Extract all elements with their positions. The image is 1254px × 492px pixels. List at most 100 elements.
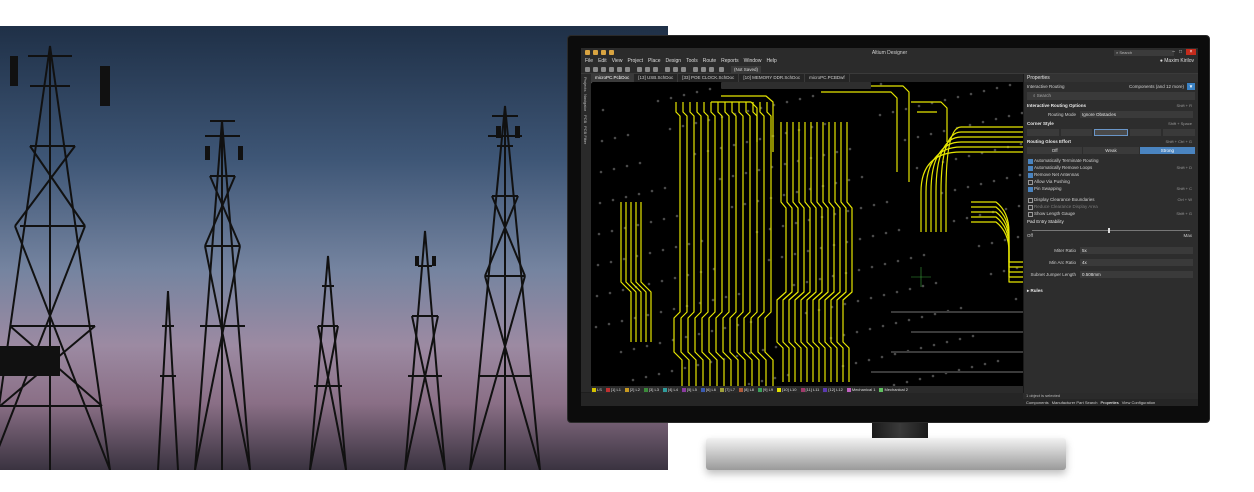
active-bar[interactable] bbox=[721, 82, 871, 89]
doc-tab[interactable]: [10] MEMORY DDR.SchDoc bbox=[739, 74, 806, 82]
pcb-traces bbox=[591, 82, 1023, 386]
gloss-off-button[interactable]: Off bbox=[1027, 147, 1083, 154]
routing-option-checkbox[interactable]: Automatically Terminate Routing bbox=[1024, 157, 1198, 164]
gloss-strong-button[interactable]: Strong bbox=[1139, 147, 1195, 154]
properties-search-input[interactable]: ⌕ Search bbox=[1027, 92, 1195, 100]
filter-icon[interactable]: ▼ bbox=[1187, 83, 1195, 90]
rail-tab-navigator[interactable]: Navigator bbox=[583, 94, 588, 111]
panel-tab-properties[interactable]: Properties bbox=[1101, 399, 1119, 406]
layer-tab[interactable]: [7] L7 bbox=[719, 386, 736, 393]
corner-arc90-button[interactable] bbox=[1060, 129, 1093, 136]
subnet-jumper-input[interactable]: 0.508mm bbox=[1080, 271, 1193, 278]
min-arc-ratio-input[interactable]: 4x bbox=[1080, 259, 1193, 266]
layer-tab[interactable]: LS bbox=[591, 386, 603, 393]
save-status-dropdown[interactable]: (Not Saved) bbox=[731, 66, 762, 73]
panel-tab-part-search[interactable]: Manufacturer Part Search bbox=[1052, 399, 1098, 406]
menu-route[interactable]: Route bbox=[703, 57, 716, 65]
corner-90-button[interactable] bbox=[1027, 129, 1059, 136]
layer-tab-label: [7] L7 bbox=[725, 387, 736, 392]
layer-tab[interactable]: [6] L6 bbox=[700, 386, 717, 393]
close-icon[interactable]: × bbox=[1186, 49, 1196, 55]
section-interactive-routing[interactable]: Interactive Routing Options Shift + R bbox=[1024, 101, 1198, 110]
corner-arc45-button[interactable] bbox=[1129, 129, 1162, 136]
routing-option-checkbox[interactable]: Reduce Clearance Display Area bbox=[1024, 203, 1198, 210]
deselect-icon[interactable] bbox=[681, 67, 686, 72]
pad-entry-slider[interactable]: Off Max bbox=[1024, 226, 1198, 240]
menu-edit[interactable]: Edit bbox=[598, 57, 607, 65]
layer-tab[interactable]: [11] L11 bbox=[800, 386, 821, 393]
miter-ratio-input[interactable]: 5x bbox=[1080, 247, 1193, 254]
paste-icon[interactable] bbox=[653, 67, 658, 72]
doc-tab[interactable]: microPC.PCBDwf bbox=[805, 74, 850, 82]
zoom-icon[interactable] bbox=[617, 67, 622, 72]
menu-place[interactable]: Place bbox=[648, 57, 661, 65]
slider-min-label: Off bbox=[1027, 233, 1033, 238]
routing-option-checkbox[interactable]: Allow Via Pushing bbox=[1024, 178, 1198, 185]
layer-color-swatch bbox=[777, 387, 782, 392]
copy-icon[interactable] bbox=[645, 67, 650, 72]
menu-project[interactable]: Project bbox=[627, 57, 643, 65]
rail-tab-projects[interactable]: Projects bbox=[583, 77, 588, 91]
slider-thumb[interactable] bbox=[1108, 228, 1110, 233]
layer-tab[interactable]: [3] L3 bbox=[643, 386, 660, 393]
cross-probe-icon[interactable] bbox=[693, 67, 698, 72]
menu-window[interactable]: Window bbox=[744, 57, 762, 65]
menu-tools[interactable]: Tools bbox=[686, 57, 698, 65]
window-controls: – □ × bbox=[1172, 49, 1196, 55]
routing-option-checkbox[interactable]: Automatically Remove Loops Shift + D bbox=[1024, 164, 1198, 171]
layer-tab[interactable]: [5] L5 bbox=[681, 386, 698, 393]
layer-tab[interactable]: [9] L9 bbox=[757, 386, 774, 393]
doc-tab[interactable]: microPC.PcbDoc bbox=[591, 74, 635, 82]
layer-tab[interactable]: Mechanical 2 bbox=[878, 386, 909, 393]
print-icon[interactable] bbox=[609, 67, 614, 72]
layer-tab[interactable]: [8] L8 bbox=[738, 386, 755, 393]
maximize-icon[interactable]: □ bbox=[1179, 49, 1182, 55]
cut-icon[interactable] bbox=[637, 67, 642, 72]
status-bar bbox=[581, 393, 1023, 406]
routing-option-checkbox[interactable]: Show Length Gauge Shift + G bbox=[1024, 210, 1198, 217]
shortcut: Shift + D bbox=[1176, 165, 1192, 170]
rail-tab-pcb[interactable]: PCB bbox=[583, 115, 588, 123]
global-search-input[interactable]: ⌕ Search bbox=[1114, 50, 1174, 56]
routing-option-checkbox[interactable]: Remove Net Antennas bbox=[1024, 171, 1198, 178]
layer-tab[interactable]: [10] L10 bbox=[776, 386, 797, 393]
routing-option-checkbox[interactable]: Display Clearance Boundaries Ctrl + W bbox=[1024, 196, 1198, 203]
rail-tab-pcb-filter[interactable]: PCB Filter bbox=[583, 126, 588, 144]
properties-panel: Properties Interactive Routing Component… bbox=[1023, 74, 1198, 393]
move-icon[interactable] bbox=[673, 67, 678, 72]
menu-help[interactable]: Help bbox=[766, 57, 776, 65]
doc-tab[interactable]: [33] POE CLOCK.SchDoc bbox=[678, 74, 740, 82]
routing-option-checkbox[interactable]: Pin Swapping Shift + C bbox=[1024, 185, 1198, 192]
open-folder-icon[interactable] bbox=[593, 67, 598, 72]
pcb-canvas[interactable] bbox=[591, 82, 1023, 386]
routing-mode-select[interactable]: Ignore Obstacles bbox=[1080, 111, 1193, 118]
menu-file[interactable]: File bbox=[585, 57, 593, 65]
gloss-weak-button[interactable]: Weak bbox=[1083, 147, 1139, 154]
layer-tab[interactable]: [1] L1 bbox=[605, 386, 622, 393]
filter-dropdown[interactable]: Components (and 12 more) bbox=[1129, 82, 1184, 91]
layer-tab[interactable]: [4] L4 bbox=[662, 386, 679, 393]
new-icon[interactable] bbox=[585, 67, 590, 72]
context-row: Interactive Routing Components (and 12 m… bbox=[1024, 82, 1198, 91]
panel-tab-view-config[interactable]: View Configuration bbox=[1122, 399, 1156, 406]
fit-icon[interactable] bbox=[625, 67, 630, 72]
section-rules[interactable]: ▸ Rules bbox=[1024, 286, 1198, 295]
minimize-icon[interactable]: – bbox=[1172, 49, 1175, 55]
filter-icon[interactable] bbox=[719, 67, 724, 72]
user-account[interactable]: ● Maxim Kirilov bbox=[1160, 57, 1194, 65]
menu-view[interactable]: View bbox=[612, 57, 623, 65]
corner-45-button[interactable] bbox=[1094, 129, 1128, 136]
doc-tab[interactable]: [13] USB.SchDoc bbox=[634, 74, 679, 82]
corner-any-button[interactable] bbox=[1163, 129, 1195, 136]
save-icon[interactable] bbox=[601, 67, 606, 72]
menu-design[interactable]: Design bbox=[666, 57, 682, 65]
panel-tab-components[interactable]: Components bbox=[1026, 399, 1049, 406]
layer-tab[interactable]: [2] L2 bbox=[624, 386, 641, 393]
option-label: Allow Via Pushing bbox=[1034, 179, 1070, 184]
redo-icon[interactable] bbox=[709, 67, 714, 72]
layer-tab[interactable]: [12] L12 bbox=[822, 386, 843, 393]
layer-tab[interactable]: Mechanical 1 bbox=[846, 386, 877, 393]
undo-icon[interactable] bbox=[701, 67, 706, 72]
select-icon[interactable] bbox=[665, 67, 670, 72]
menu-reports[interactable]: Reports bbox=[721, 57, 739, 65]
